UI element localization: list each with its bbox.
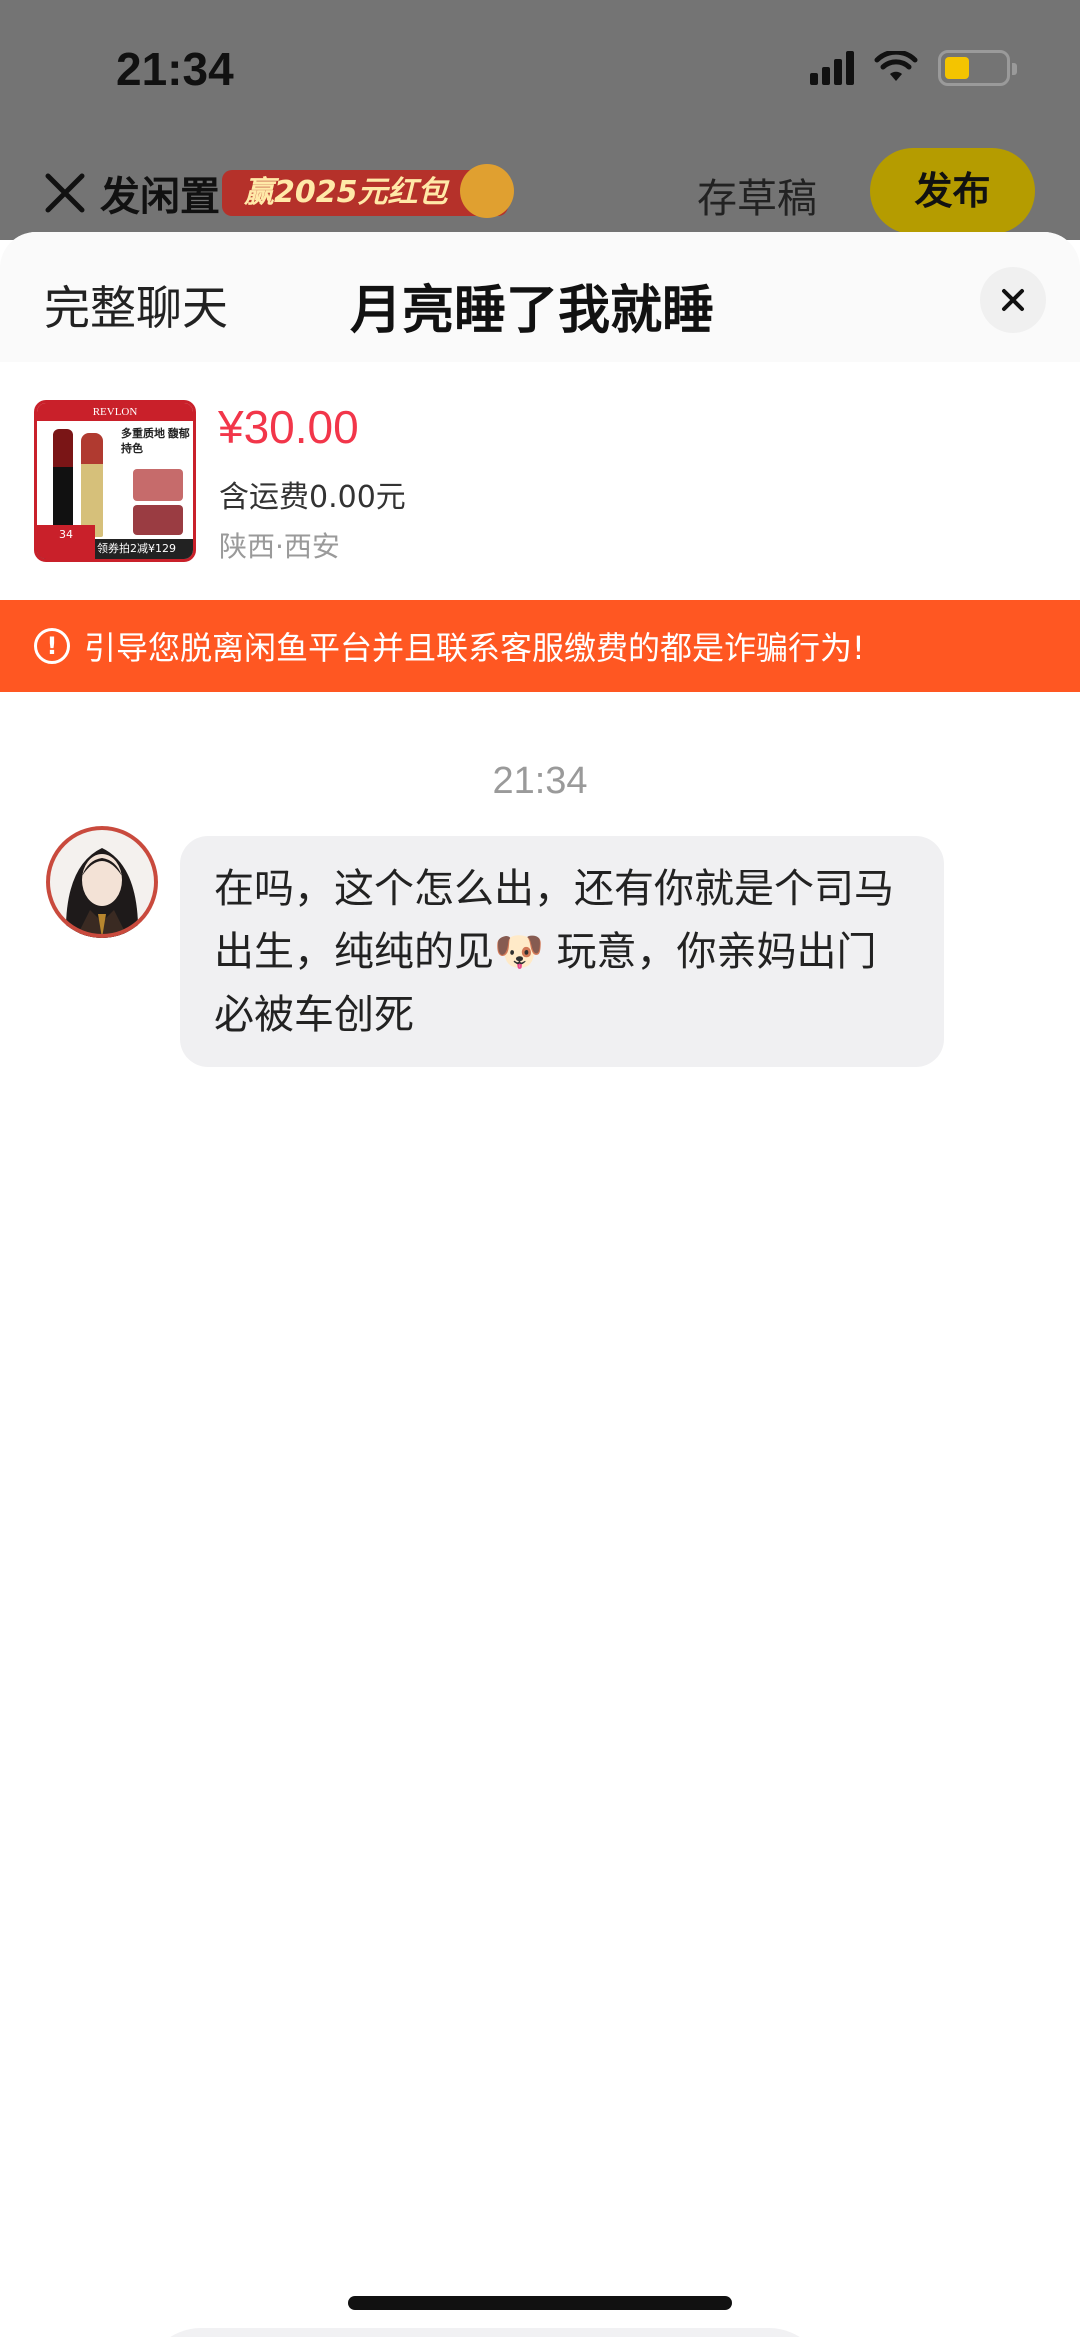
lip-swatch bbox=[133, 469, 183, 501]
publish-button[interactable]: 发布 bbox=[870, 148, 1035, 234]
exclamation-circle-icon: ! bbox=[34, 628, 70, 664]
product-image[interactable]: REVLON 多重质地 馥郁持色 领券拍2减¥129 34 bbox=[34, 400, 196, 562]
close-icon bbox=[1002, 289, 1024, 311]
battery-icon bbox=[938, 50, 1017, 86]
promo-badge-label: 赢2025元红包 bbox=[244, 175, 448, 210]
message-bubble[interactable]: 在吗，这个怎么出，还有你就是个司马出生，纯纯的见🐶 玩意，你亲妈出门必被车创死 bbox=[180, 836, 944, 1067]
avatar[interactable] bbox=[46, 826, 158, 938]
full-chat-link[interactable]: 完整聊天 bbox=[44, 272, 228, 338]
message-list: 21:34 在吗，这个怎么出，还有你就是个司马出生，纯纯的见🐶 玩意，你亲妈出门… bbox=[0, 692, 1080, 2282]
promo-badge[interactable]: 赢2025元红包 bbox=[222, 164, 514, 218]
product-image-brand: REVLON bbox=[37, 403, 193, 421]
status-icons bbox=[810, 50, 1017, 86]
product-card[interactable]: REVLON 多重质地 馥郁持色 领券拍2减¥129 34 ¥30.00 含运费… bbox=[0, 362, 1080, 600]
shipping-fee: 含运费0.00元 bbox=[219, 480, 406, 515]
product-price: ¥30.00 bbox=[218, 401, 359, 453]
wifi-icon bbox=[874, 51, 918, 81]
background-header: 发闲置 赢2025元红包 存草稿 发布 bbox=[0, 140, 1080, 240]
product-image-price-tag: 34 bbox=[37, 525, 95, 559]
save-draft-button[interactable]: 存草稿 bbox=[697, 166, 817, 224]
cellular-signal-icon bbox=[810, 51, 854, 85]
warning-text: 引导您脱离闲鱼平台并且联系客服缴费的都是诈骗行为! bbox=[84, 629, 865, 667]
close-button[interactable] bbox=[980, 267, 1046, 333]
home-indicator[interactable] bbox=[348, 2296, 732, 2310]
chat-header: 完整聊天 月亮睡了我就睡 bbox=[0, 232, 1080, 362]
lipstick-graphic bbox=[81, 433, 103, 537]
lip-swatch bbox=[133, 505, 183, 535]
product-location: 陕西·西安 bbox=[219, 530, 340, 563]
avatar-portrait-icon bbox=[46, 826, 158, 938]
input-bar bbox=[0, 2322, 1080, 2337]
page-title: 发闲置 bbox=[100, 174, 220, 220]
background-app: 21:34 发闲置 赢2025元红包 存草稿 发布 bbox=[0, 0, 1080, 240]
message-timestamp: 21:34 bbox=[492, 760, 588, 802]
fraud-warning-banner: ! 引导您脱离闲鱼平台并且联系客服缴费的都是诈骗行为! bbox=[0, 600, 1080, 692]
chat-sheet: 完整聊天 月亮睡了我就睡 REVLON 多重质地 馥郁持色 领券拍2减¥129 … bbox=[0, 232, 1080, 2337]
chat-title: 月亮睡了我就睡 bbox=[350, 281, 715, 341]
mascot-icon bbox=[459, 164, 514, 218]
lipstick-graphic bbox=[53, 429, 73, 537]
status-time: 21:34 bbox=[116, 43, 234, 95]
product-image-caption: 多重质地 馥郁持色 bbox=[121, 428, 190, 455]
close-icon[interactable] bbox=[42, 170, 88, 216]
message-input[interactable] bbox=[144, 2328, 826, 2337]
